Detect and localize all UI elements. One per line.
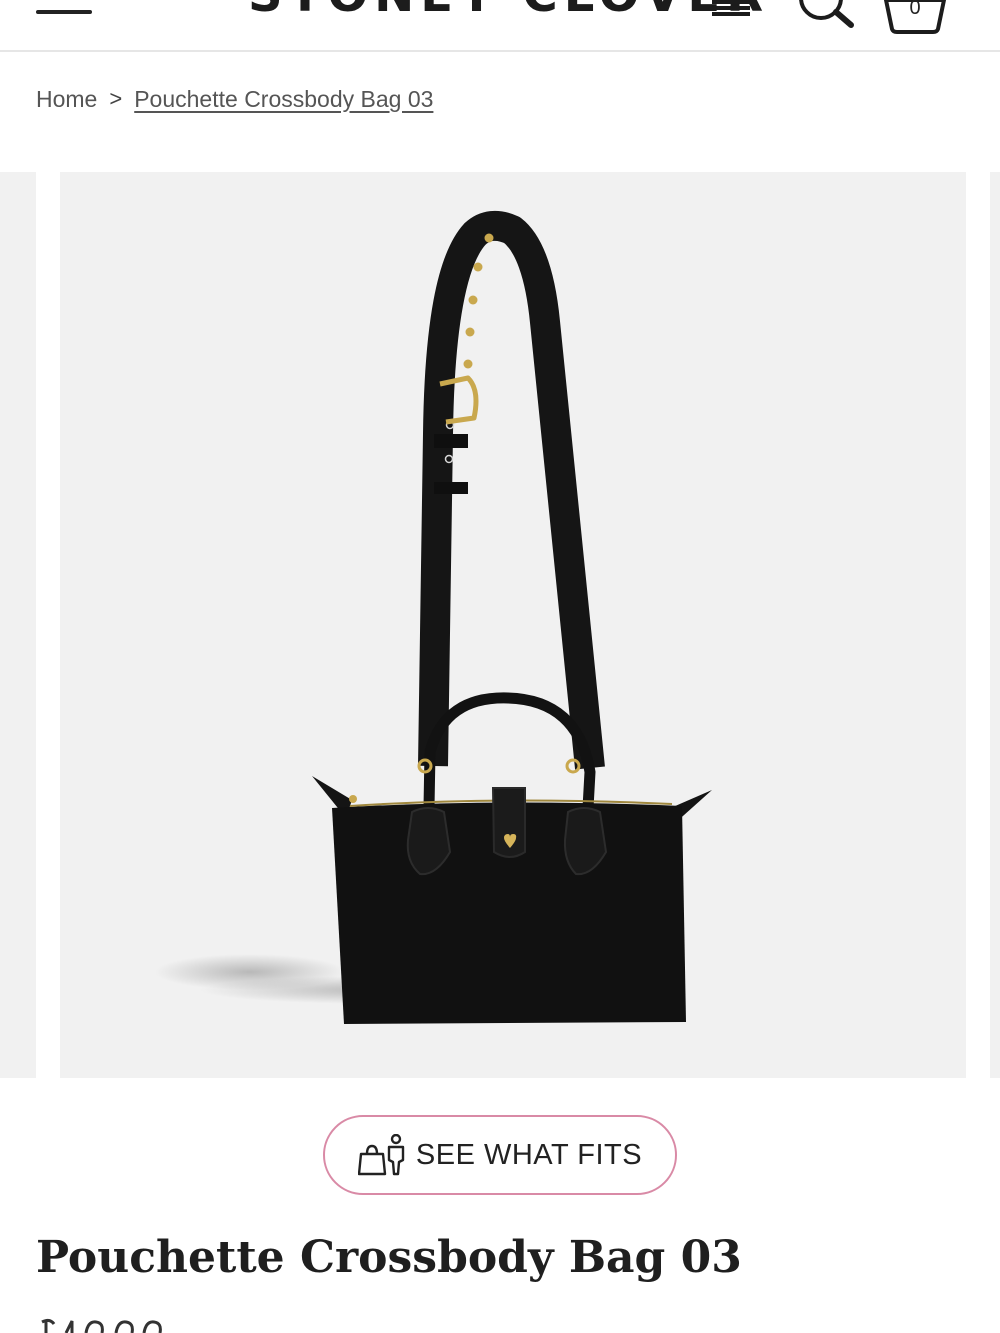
gallery-main-slide[interactable] xyxy=(60,172,966,1078)
price-glyph-tops xyxy=(41,1318,162,1333)
bag-and-person-icon xyxy=(357,1134,405,1176)
product-gallery[interactable] xyxy=(0,172,1000,1078)
brand-logo[interactable]: STONEY CLOVER xyxy=(248,0,769,20)
site-header: STONEY CLOVER 0 xyxy=(0,0,1000,52)
menu-button[interactable] xyxy=(36,0,92,22)
price-peek xyxy=(36,1318,166,1333)
breadcrumb: Home > Pouchette Crossbody Bag 03 xyxy=(36,84,433,114)
product-title: Pouchette Crossbody Bag 03 xyxy=(36,1232,742,1283)
breadcrumb-current[interactable]: Pouchette Crossbody Bag 03 xyxy=(134,86,433,113)
breadcrumb-separator: > xyxy=(109,86,123,111)
cart-button[interactable]: 0 xyxy=(880,0,950,34)
gallery-next-slide[interactable] xyxy=(990,172,1000,1078)
product-image xyxy=(155,210,712,1024)
search-icon xyxy=(799,0,854,28)
hamburger-icon xyxy=(36,10,92,14)
see-what-fits-label: SEE WHAT FITS xyxy=(415,1138,643,1171)
search-button[interactable] xyxy=(795,0,857,30)
see-what-fits-button[interactable]: SEE WHAT FITS xyxy=(323,1115,677,1195)
logo-mark-icon xyxy=(712,0,750,16)
gallery-previous-slide[interactable] xyxy=(0,172,36,1078)
breadcrumb-home[interactable]: Home xyxy=(36,86,97,113)
cart-count: 0 xyxy=(909,0,921,19)
